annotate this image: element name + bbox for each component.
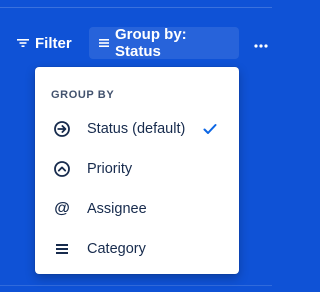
group-option-status-label: Status (default): [87, 121, 186, 137]
more-horizontal-icon: [254, 35, 268, 52]
category-lines-icon: [53, 240, 71, 258]
checkmark-icon: [203, 121, 219, 137]
group-option-assignee[interactable]: @ Assignee: [35, 189, 239, 229]
group-option-category-label: Category: [87, 241, 146, 257]
dropdown-header: GROUP BY: [51, 89, 115, 101]
more-options-button[interactable]: [250, 27, 272, 59]
group-by-button[interactable]: Group by: Status: [89, 26, 239, 60]
bottom-divider: [0, 285, 272, 286]
group-option-priority-label: Priority: [87, 161, 133, 177]
top-divider: [0, 7, 272, 8]
filter-button-label: Filter: [35, 34, 72, 52]
group-lines-icon: [99, 38, 109, 48]
status-arrow-circle-icon: [53, 120, 71, 138]
filter-icon: [17, 37, 29, 49]
group-option-category[interactable]: Category: [35, 229, 239, 269]
priority-chevron-circle-icon: [53, 160, 71, 178]
group-by-dropdown: GROUP BY Status (default) Priority @ Ass…: [35, 67, 239, 274]
board-toolbar: Filter Group by: Status: [0, 26, 272, 60]
group-by-button-label: Group by: Status: [115, 26, 187, 60]
group-option-priority[interactable]: Priority: [35, 149, 239, 189]
at-sign-icon: @: [54, 200, 70, 217]
filter-button[interactable]: Filter: [9, 27, 80, 59]
group-option-assignee-label: Assignee: [87, 201, 147, 217]
group-option-status[interactable]: Status (default): [35, 109, 239, 149]
